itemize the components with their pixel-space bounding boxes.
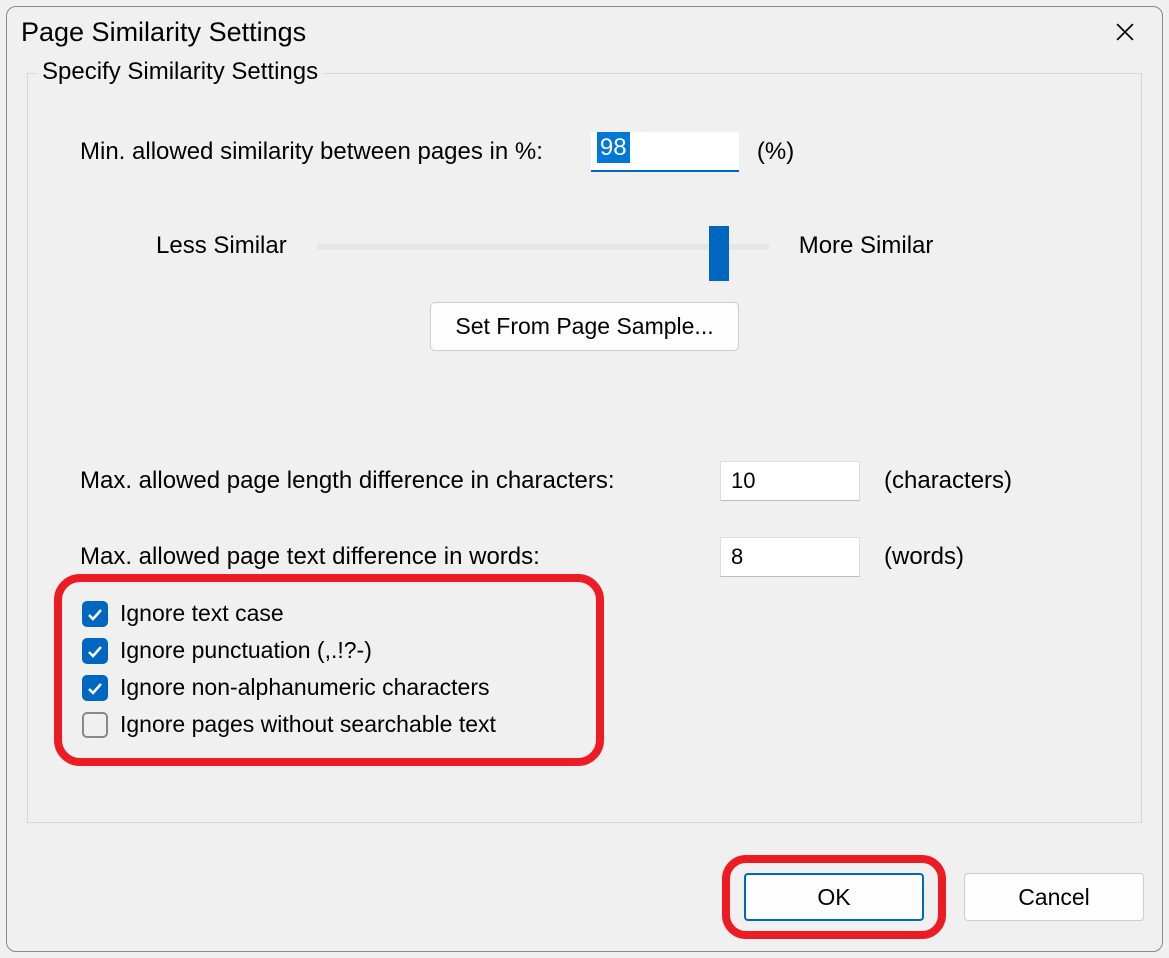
ignore-case-label: Ignore text case — [120, 600, 284, 627]
ignore-nonalnum-checkbox[interactable] — [82, 675, 108, 701]
set-from-sample-button[interactable]: Set From Page Sample... — [430, 302, 738, 351]
max-words-label: Max. allowed page text difference in wor… — [80, 543, 720, 571]
checkbox-highlight-block: Ignore text case Ignore punctuation (,.!… — [54, 574, 604, 766]
max-words-unit: (words) — [884, 543, 964, 571]
max-length-input[interactable] — [720, 461, 860, 501]
ignore-punct-row: Ignore punctuation (,.!?-) — [82, 637, 576, 664]
min-similarity-row: Min. allowed similarity between pages in… — [80, 132, 1141, 172]
min-similarity-label: Min. allowed similarity between pages in… — [80, 138, 543, 166]
ignore-nosearch-label: Ignore pages without searchable text — [120, 711, 496, 738]
slider-left-label: Less Similar — [156, 232, 287, 260]
slider-track — [317, 244, 769, 250]
max-length-row: Max. allowed page length difference in c… — [80, 461, 1141, 501]
ignore-nonalnum-label: Ignore non-alphanumeric characters — [120, 674, 489, 701]
ignore-nosearch-checkbox[interactable] — [82, 712, 108, 738]
slider-thumb[interactable] — [709, 226, 729, 281]
ignore-nosearch-row: Ignore pages without searchable text — [82, 711, 576, 738]
ignore-nonalnum-row: Ignore non-alphanumeric characters — [82, 674, 576, 701]
min-similarity-input[interactable]: 98 — [591, 132, 739, 172]
sample-button-row: Set From Page Sample... — [28, 302, 1141, 351]
similarity-slider[interactable] — [317, 226, 769, 266]
slider-right-label: More Similar — [799, 232, 934, 260]
min-similarity-value: 98 — [597, 132, 630, 163]
max-words-input[interactable] — [720, 537, 860, 577]
ignore-punct-checkbox[interactable] — [82, 638, 108, 664]
ignore-case-checkbox[interactable] — [82, 601, 108, 627]
max-length-label: Max. allowed page length difference in c… — [80, 467, 720, 495]
cancel-button[interactable]: Cancel — [964, 873, 1144, 921]
similarity-slider-row: Less Similar More Similar — [156, 226, 1141, 266]
close-icon[interactable] — [1108, 15, 1142, 49]
page-similarity-dialog: Page Similarity Settings Specify Similar… — [6, 6, 1163, 952]
dialog-button-bar: OK Cancel — [722, 855, 1144, 939]
ignore-punct-label: Ignore punctuation (,.!?-) — [120, 637, 372, 664]
max-length-unit: (characters) — [884, 467, 1012, 495]
group-legend: Specify Similarity Settings — [36, 58, 324, 85]
similarity-settings-group: Specify Similarity Settings Min. allowed… — [27, 73, 1142, 823]
min-similarity-unit: (%) — [757, 138, 794, 166]
dialog-title: Page Similarity Settings — [21, 17, 306, 48]
max-words-row: Max. allowed page text difference in wor… — [80, 537, 1141, 577]
ok-button[interactable]: OK — [744, 873, 924, 921]
ok-highlight: OK — [722, 855, 946, 939]
titlebar: Page Similarity Settings — [7, 7, 1162, 63]
ignore-case-row: Ignore text case — [82, 600, 576, 627]
